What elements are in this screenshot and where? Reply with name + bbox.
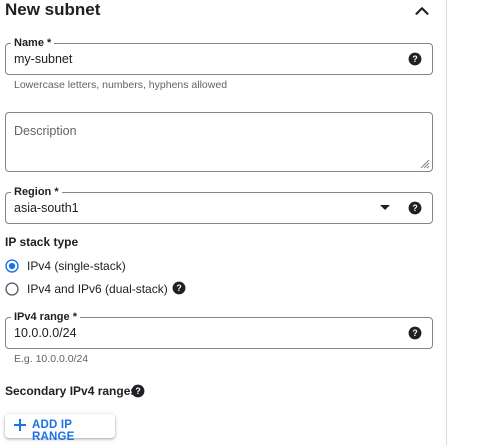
help-icon[interactable]: ?: [131, 384, 145, 398]
secondary-ranges-heading: Secondary IPv4 ranges: [5, 384, 138, 398]
dropdown-arrow-icon[interactable]: [380, 205, 390, 211]
name-field-label: Name *: [11, 36, 55, 50]
add-ip-range-label: ADD IP RANGE: [32, 419, 75, 443]
help-icon[interactable]: ?: [408, 326, 422, 340]
help-icon[interactable]: ?: [172, 281, 186, 295]
name-field-value: my-subnet: [14, 52, 73, 66]
region-field-value: asia-south1: [14, 201, 79, 215]
description-placeholder: Description: [14, 124, 77, 138]
radio-ipv4-single-stack[interactable]: [5, 259, 19, 273]
region-select[interactable]: Region * asia-south1 ?: [5, 185, 433, 224]
svg-text:?: ?: [135, 386, 140, 396]
ip-stack-heading: IP stack type: [5, 235, 79, 249]
svg-text:?: ?: [412, 203, 417, 213]
add-ip-range-button[interactable]: ADD IP RANGE: [5, 414, 115, 443]
radio-ipv4-ipv6-dual-stack[interactable]: [5, 282, 19, 296]
description-field[interactable]: Description: [5, 112, 433, 172]
svg-text:?: ?: [176, 283, 181, 293]
name-hint: Lowercase letters, numbers, hyphens allo…: [14, 79, 228, 91]
resize-handle-icon[interactable]: [418, 157, 430, 169]
svg-text:?: ?: [412, 54, 417, 64]
plus-icon: [14, 419, 26, 431]
ipv4-range-label: IPv4 range *: [11, 310, 80, 324]
ipv4-range-value: 10.0.0.0/24: [14, 326, 77, 340]
panel-title: New subnet: [5, 0, 101, 19]
new-subnet-panel: New subnet Name * my-subnet ? Lowercase …: [0, 0, 447, 445]
help-icon[interactable]: ?: [408, 52, 422, 66]
name-field[interactable]: Name * my-subnet ?: [5, 36, 433, 75]
ipv4-range-field[interactable]: IPv4 range * 10.0.0.0/24 ?: [5, 310, 433, 349]
ipv4-range-hint: E.g. 10.0.0.0/24: [14, 353, 89, 365]
radio-label-dual-stack: IPv4 and IPv6 (dual-stack): [27, 282, 168, 296]
region-field-label: Region *: [11, 185, 62, 199]
help-icon[interactable]: ?: [408, 201, 422, 215]
chevron-up-icon[interactable]: [411, 0, 433, 22]
svg-text:?: ?: [412, 328, 417, 338]
radio-label-ipv4: IPv4 (single-stack): [27, 259, 126, 273]
